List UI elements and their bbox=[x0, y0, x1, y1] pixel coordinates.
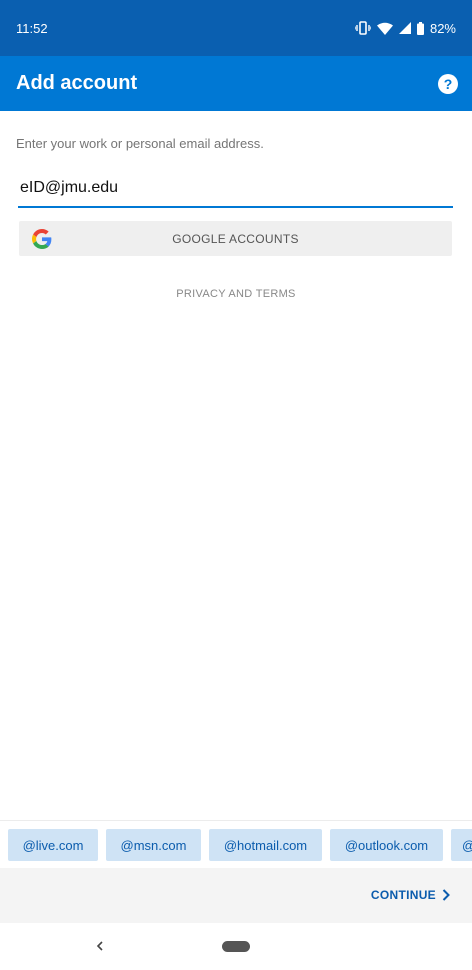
email-field[interactable] bbox=[18, 170, 453, 208]
wifi-icon bbox=[376, 22, 393, 35]
system-nav-bar bbox=[0, 923, 472, 970]
domain-chip-outlook[interactable]: @outlook.com bbox=[330, 829, 443, 861]
domain-chip-msn[interactable]: @msn.com bbox=[106, 829, 201, 861]
back-icon[interactable] bbox=[93, 937, 107, 955]
status-icons: 82% bbox=[354, 20, 456, 36]
question-mark-icon: ? bbox=[443, 75, 453, 92]
page-title: Add account bbox=[16, 72, 138, 94]
domain-suggestions: @live.com @msn.com @hotmail.com @outlook… bbox=[0, 824, 472, 866]
app-bar: Add account ? bbox=[0, 56, 472, 111]
home-button[interactable] bbox=[222, 941, 250, 952]
vibrate-icon bbox=[354, 21, 371, 35]
chevron-right-icon bbox=[442, 889, 450, 901]
help-button[interactable]: ? bbox=[438, 73, 458, 94]
domain-chip-hotmail[interactable]: @hotmail.com bbox=[209, 829, 322, 861]
email-prompt: Enter your work or personal email addres… bbox=[16, 136, 264, 151]
battery-percent: 82% bbox=[429, 20, 456, 36]
status-bar: 11:52 82% bbox=[0, 0, 472, 56]
signal-icon bbox=[398, 22, 411, 34]
bottom-bar: CONTINUE bbox=[0, 868, 472, 923]
battery-icon bbox=[416, 21, 424, 35]
status-time: 11:52 bbox=[16, 20, 48, 36]
google-icon bbox=[32, 229, 52, 249]
privacy-terms-link[interactable]: PRIVACY AND TERMS bbox=[0, 288, 472, 300]
continue-button[interactable]: CONTINUE bbox=[371, 888, 450, 902]
continue-label: CONTINUE bbox=[370, 888, 436, 902]
google-accounts-button[interactable]: GOOGLE ACCOUNTS bbox=[19, 221, 452, 256]
domain-chip-partial[interactable]: @ bbox=[451, 829, 472, 861]
domain-chip-live[interactable]: @live.com bbox=[8, 829, 98, 861]
google-accounts-label: GOOGLE ACCOUNTS bbox=[172, 231, 299, 246]
suggestions-divider bbox=[0, 820, 472, 821]
